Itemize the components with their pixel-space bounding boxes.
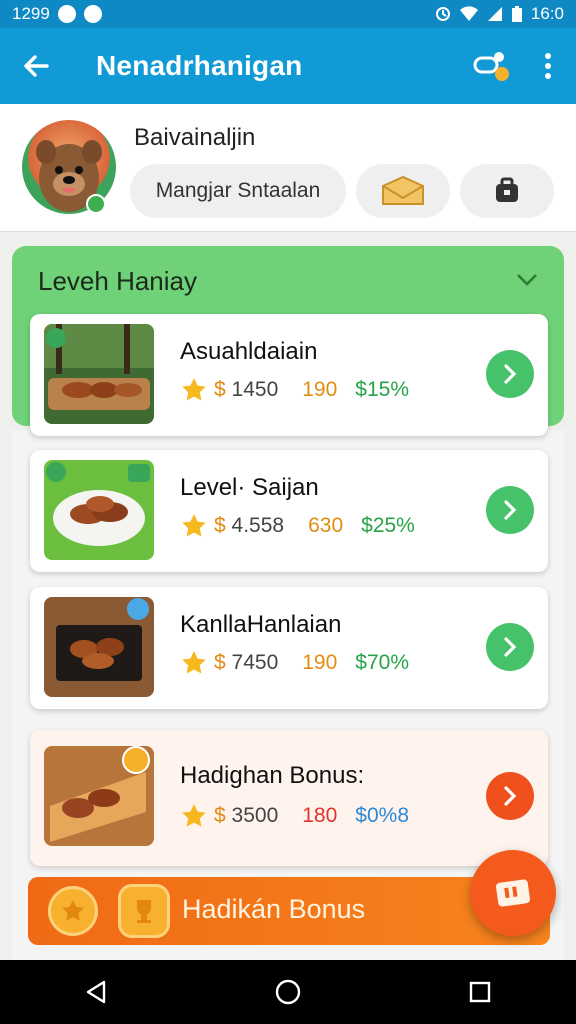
food-thumbnail — [44, 460, 154, 560]
list-item[interactable]: KanllaHanlaian $ 7450 190 $70% — [30, 587, 548, 709]
ticket-icon — [496, 879, 530, 907]
chevron-right-icon — [504, 500, 517, 520]
list-item[interactable]: Level· Saijan $ 4.558 630 $25% — [30, 450, 548, 572]
back-button[interactable] — [0, 28, 72, 104]
open-item-button[interactable] — [486, 486, 534, 534]
price-value: 4.558 — [231, 514, 285, 537]
battery-icon — [511, 5, 523, 23]
verified-badge — [86, 194, 106, 214]
price-value: 1450 — [231, 378, 279, 401]
item-percent: $0%8 — [355, 804, 410, 827]
more-options-button[interactable] — [520, 28, 576, 104]
profile-section: Baivainaljin Mangjar Sntaalan — [0, 104, 576, 232]
profile-tag-chip[interactable]: Mangjar Sntaalan — [130, 164, 346, 218]
nav-recents-button[interactable] — [450, 962, 510, 1022]
status-bar: 1299 16:0 — [0, 0, 576, 28]
nav-recents-icon — [469, 981, 491, 1003]
item-count: 630 — [308, 514, 344, 537]
currency-symbol: $ — [214, 514, 226, 537]
bonus-banner-label: Hadikán Bonus — [182, 894, 366, 924]
floating-action-button[interactable] — [470, 850, 556, 936]
currency-symbol: $ — [214, 651, 226, 674]
profile-name: Baivainaljin — [134, 124, 256, 151]
bag-chip[interactable] — [460, 164, 554, 218]
item-title: Level· Saijan — [180, 474, 319, 501]
item-price: $ 4.558 — [214, 514, 284, 538]
item-price: $ 7450 — [214, 651, 278, 675]
envelope-icon — [382, 175, 424, 205]
currency-symbol: $ — [214, 378, 226, 401]
alarm-icon — [435, 6, 451, 22]
price-value: 7450 — [231, 651, 279, 674]
nav-home-icon — [275, 979, 301, 1005]
bag-icon — [496, 177, 518, 202]
chevron-right-icon — [504, 786, 517, 806]
star-icon — [182, 514, 206, 537]
level-title: Leveh Haniay — [38, 266, 197, 296]
open-item-button[interactable] — [486, 772, 534, 820]
star-icon — [182, 378, 206, 401]
star-icon — [182, 651, 206, 674]
nav-back-icon — [86, 980, 106, 1004]
signal-icon — [487, 6, 503, 22]
item-percent: $15% — [355, 378, 410, 401]
item-count: 180 — [302, 804, 338, 827]
item-title: Asuahldaiain — [180, 338, 318, 365]
item-stats: $ 4.558 630 $25% — [180, 512, 415, 540]
item-percent: $25% — [361, 514, 415, 537]
chevron-right-icon — [504, 637, 517, 657]
trophy-icon — [118, 884, 170, 938]
wifi-icon — [459, 6, 479, 22]
item-title: KanllaHanlaian — [180, 611, 342, 638]
coin-icon — [48, 886, 98, 936]
nav-home-button[interactable] — [258, 962, 318, 1022]
item-stats: $ 7450 190 $70% — [180, 649, 409, 677]
app-bar: Nenadrhanigan — [0, 28, 576, 104]
item-stats: $ 3500 180 $0%8 — [180, 802, 409, 830]
share-icon — [473, 52, 509, 81]
more-vertical-icon — [545, 53, 551, 79]
status-time-right: 16:0 — [530, 4, 564, 23]
chevron-down-icon — [517, 274, 537, 286]
item-count: 190 — [302, 651, 338, 674]
arrow-left-icon — [24, 55, 49, 77]
level-collapse-button[interactable] — [512, 264, 542, 294]
price-value: 3500 — [231, 804, 279, 827]
list-item[interactable]: Asuahldaiain $ 1450 190 $15% — [30, 314, 548, 436]
share-button[interactable] — [464, 28, 520, 104]
list-item[interactable]: Hadighan Bonus: $ 3500 180 $0%8 — [30, 730, 548, 866]
food-thumbnail — [44, 597, 154, 697]
item-title: Hadighan Bonus: — [180, 762, 365, 789]
item-price: $ 1450 — [214, 378, 278, 402]
food-thumbnail — [44, 324, 154, 424]
system-nav-bar — [0, 960, 576, 1024]
notification-dot-icon — [57, 5, 76, 23]
item-price: $ 3500 — [214, 804, 278, 828]
envelope-chip[interactable] — [356, 164, 450, 218]
food-thumbnail — [44, 746, 154, 846]
nav-back-button[interactable] — [66, 962, 126, 1022]
open-item-button[interactable] — [486, 350, 534, 398]
item-stats: $ 1450 190 $15% — [180, 376, 409, 404]
open-item-button[interactable] — [486, 623, 534, 671]
star-icon — [182, 804, 206, 827]
item-count: 190 — [302, 378, 338, 401]
page-title: Nenadrhanigan — [96, 50, 303, 81]
currency-symbol: $ — [214, 804, 226, 827]
item-percent: $70% — [355, 651, 410, 674]
notification-dot-icon — [83, 5, 102, 23]
status-time-left: 1299 — [12, 4, 50, 23]
chevron-right-icon — [504, 364, 517, 384]
